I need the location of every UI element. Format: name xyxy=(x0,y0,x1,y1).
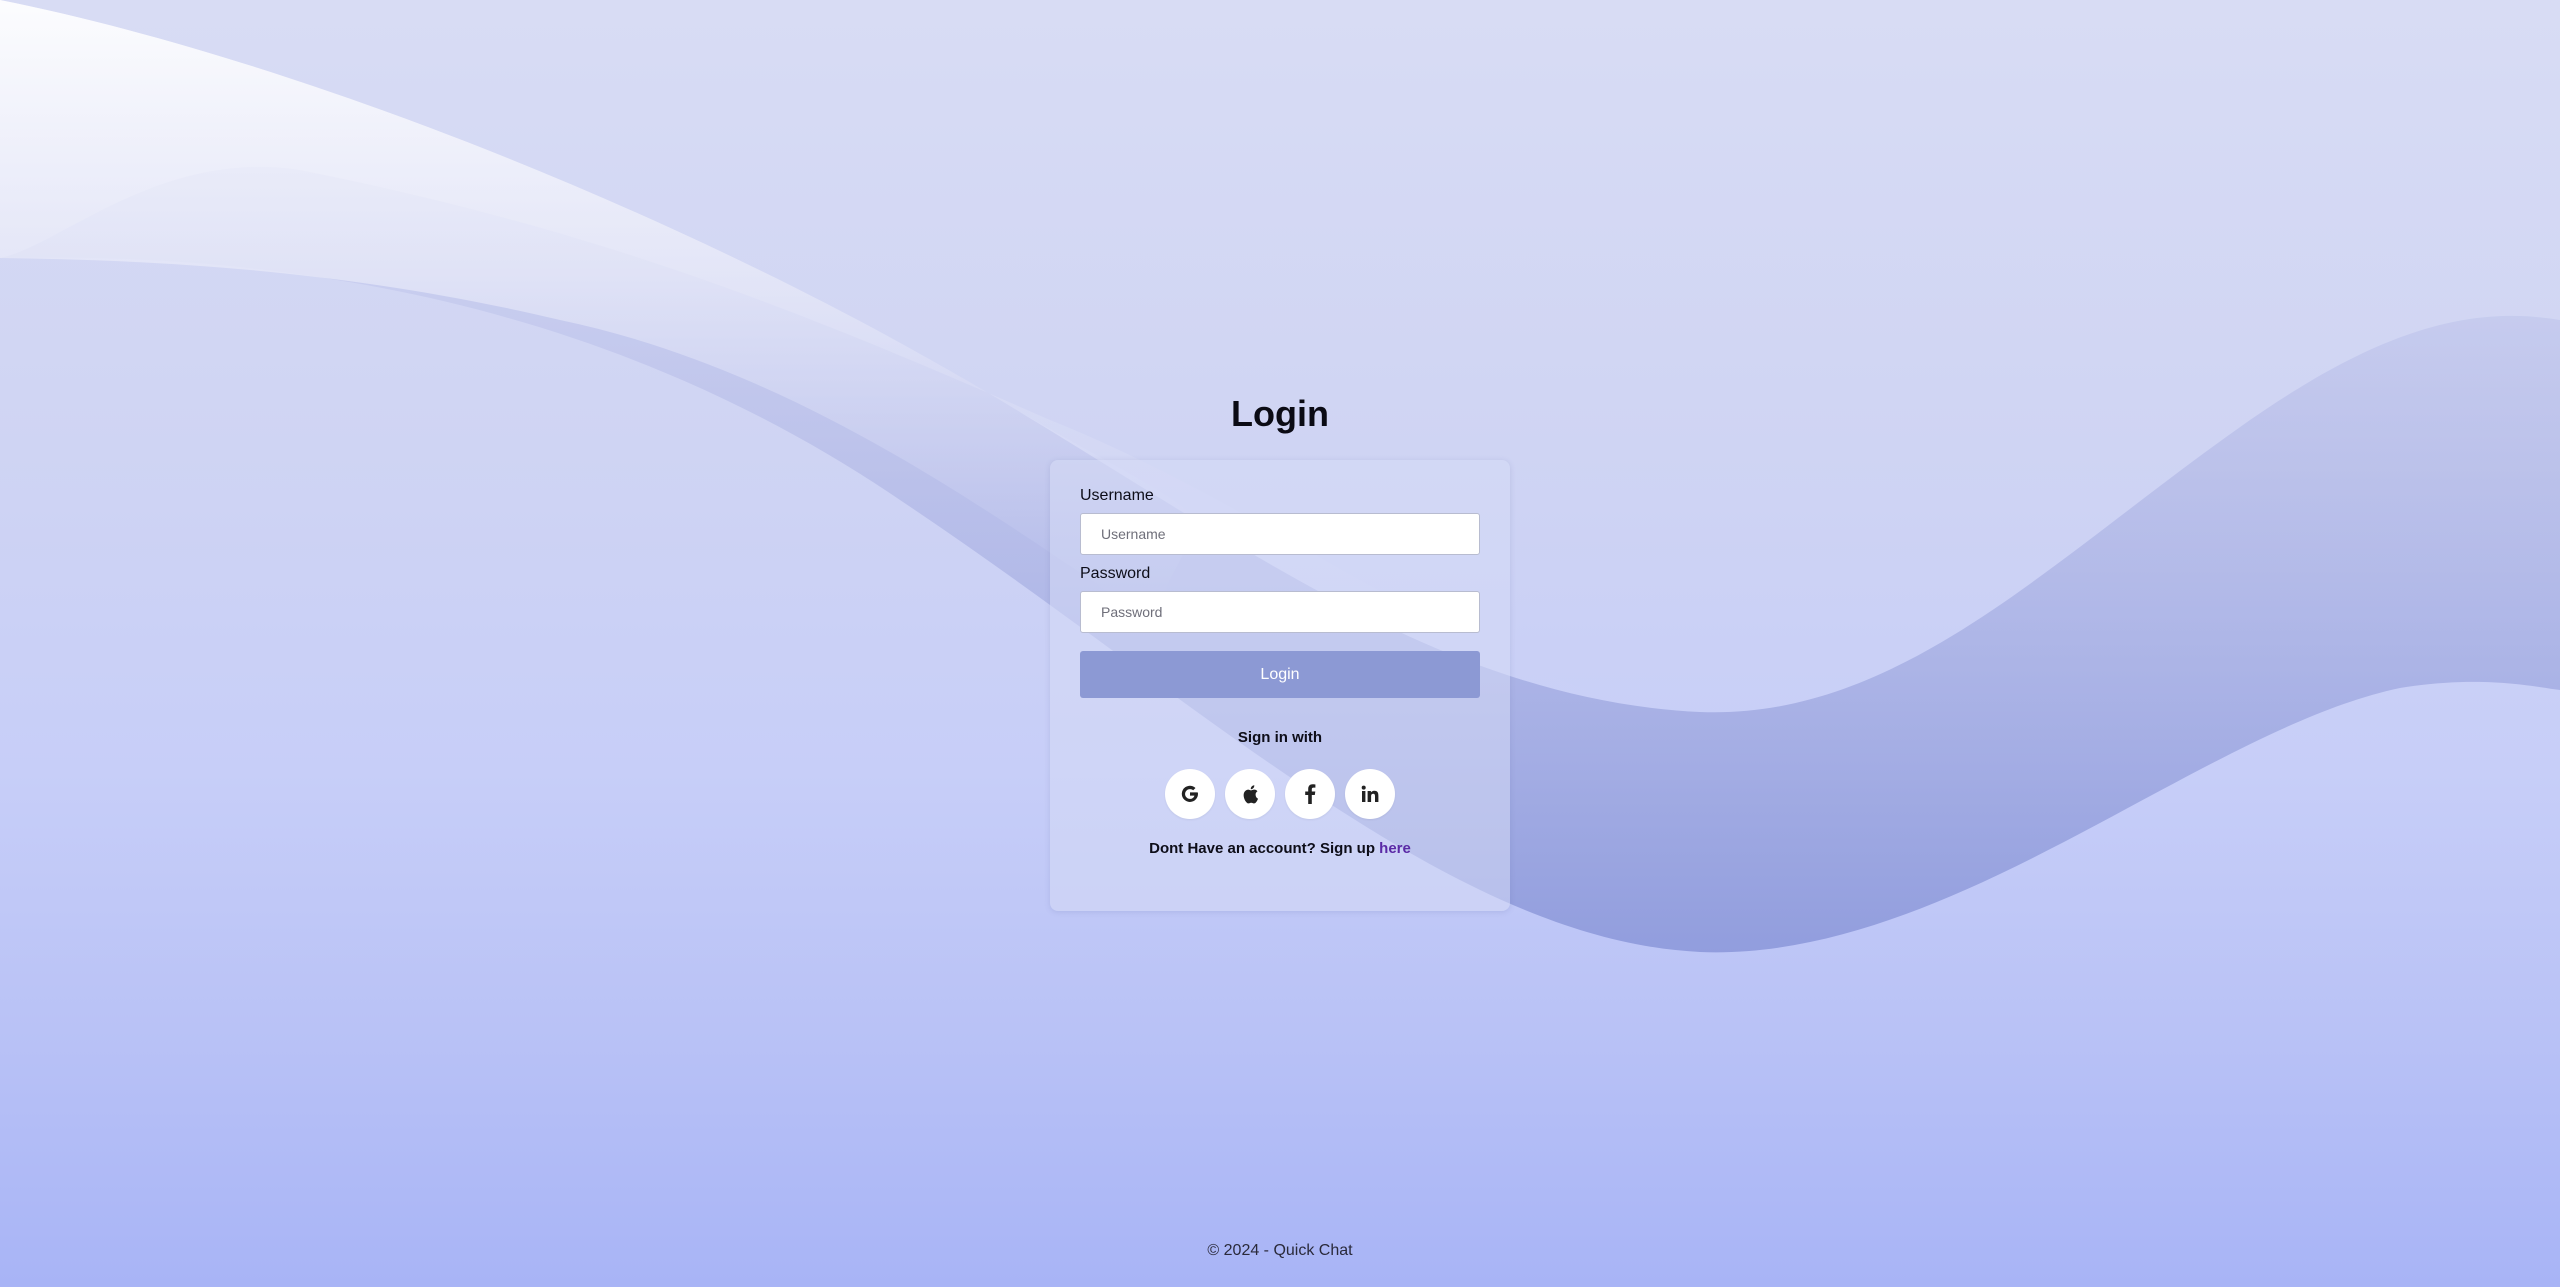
password-label: Password xyxy=(1080,565,1151,582)
google-login-button[interactable] xyxy=(1165,769,1215,819)
login-button[interactable]: Login xyxy=(1080,651,1480,698)
footer-copyright: © 2024 - Quick Chat xyxy=(1207,1242,1353,1259)
password-input[interactable] xyxy=(1080,591,1480,633)
login-card: Username Password Login Sign in with xyxy=(1050,460,1510,911)
signup-link[interactable]: here xyxy=(1379,840,1411,857)
signup-prompt-text: Dont Have an account? Sign up xyxy=(1149,840,1380,857)
google-icon xyxy=(1180,784,1200,804)
facebook-icon xyxy=(1304,784,1316,804)
apple-icon xyxy=(1241,784,1259,804)
facebook-login-button[interactable] xyxy=(1285,769,1335,819)
linkedin-login-button[interactable] xyxy=(1345,769,1395,819)
username-input[interactable] xyxy=(1080,513,1480,555)
page-title: Login xyxy=(1231,393,1329,434)
linkedin-icon xyxy=(1361,785,1379,803)
sign-in-with-heading: Sign in with xyxy=(1237,729,1323,746)
username-label: Username xyxy=(1080,487,1154,504)
apple-login-button[interactable] xyxy=(1225,769,1275,819)
signup-prompt: Dont Have an account? Sign up here xyxy=(1050,840,1510,857)
social-login-buttons xyxy=(1050,769,1510,819)
